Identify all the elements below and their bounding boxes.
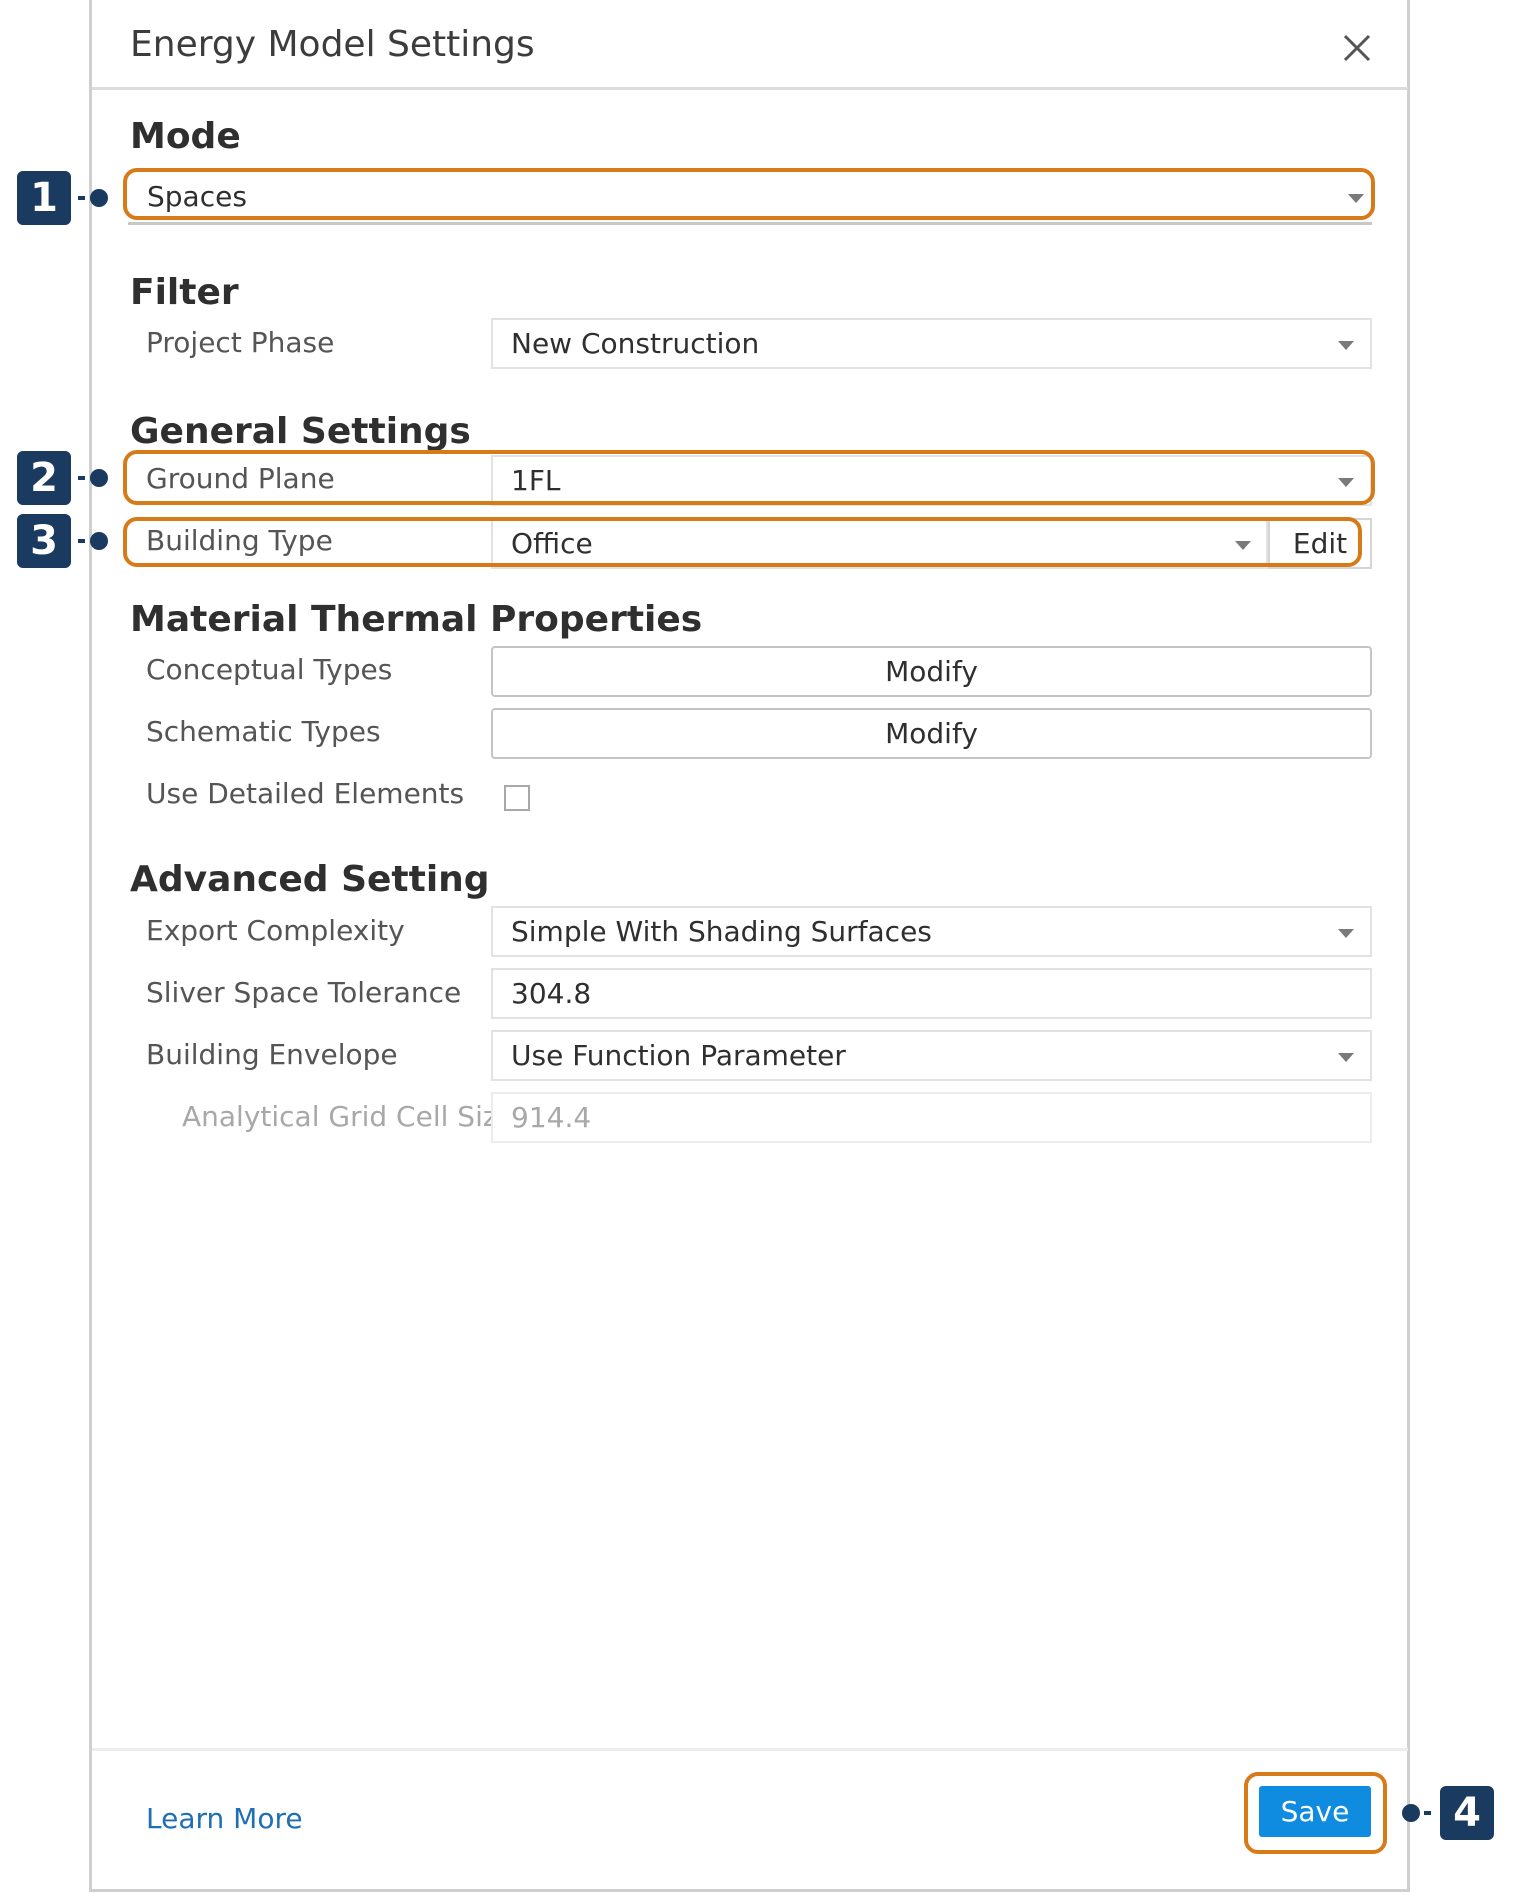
project-phase-label: Project Phase	[146, 326, 335, 359]
callout-connector-2	[78, 476, 85, 480]
callout-connector-3	[78, 539, 85, 543]
material-heading: Material Thermal Properties	[130, 599, 703, 640]
conceptual-modify-button[interactable]: Modify	[491, 646, 1372, 697]
grid-cell-size-input: 914.4	[491, 1092, 1372, 1143]
callout-dot-3	[90, 532, 108, 550]
project-phase-value: New Construction	[511, 327, 760, 360]
chevron-down-icon	[1338, 929, 1354, 938]
project-phase-dropdown[interactable]: New Construction	[491, 318, 1372, 369]
use-detailed-elements-checkbox[interactable]	[504, 785, 530, 811]
callout-badge-2: 2	[17, 451, 71, 505]
export-complexity-value: Simple With Shading Surfaces	[511, 915, 932, 948]
callout-badge-4: 4	[1440, 1786, 1494, 1840]
sliver-tolerance-value: 304.8	[511, 977, 592, 1010]
building-envelope-value: Use Function Parameter	[511, 1039, 846, 1072]
callout-dot-1	[90, 189, 108, 207]
close-icon[interactable]	[1335, 26, 1379, 70]
callout-dot-2	[90, 469, 108, 487]
callout-badge-1: 1	[17, 171, 71, 225]
schematic-modify-button[interactable]: Modify	[491, 708, 1372, 759]
learn-more-link[interactable]: Learn More	[146, 1802, 303, 1835]
dialog-title: Energy Model Settings	[130, 24, 535, 65]
callout-highlight-1	[123, 168, 1375, 220]
export-complexity-label: Export Complexity	[146, 914, 405, 947]
use-detailed-elements-label: Use Detailed Elements	[146, 777, 465, 810]
grid-cell-size-value: 914.4	[511, 1101, 592, 1134]
callout-highlight-4	[1244, 1772, 1387, 1854]
title-divider	[92, 87, 1408, 90]
building-envelope-dropdown[interactable]: Use Function Parameter	[491, 1030, 1372, 1081]
callout-connector-1	[78, 196, 85, 200]
building-envelope-label: Building Envelope	[146, 1038, 398, 1071]
footer-divider	[92, 1748, 1408, 1751]
callout-badge-3: 3	[17, 514, 71, 568]
export-complexity-dropdown[interactable]: Simple With Shading Surfaces	[491, 906, 1372, 957]
callout-connector-4	[1424, 1811, 1431, 1815]
mode-heading: Mode	[130, 116, 241, 157]
callout-highlight-2	[123, 450, 1375, 505]
callout-dot-4	[1402, 1804, 1420, 1822]
sliver-tolerance-input[interactable]: 304.8	[491, 968, 1372, 1019]
conceptual-types-label: Conceptual Types	[146, 653, 393, 686]
callout-highlight-3	[123, 517, 1362, 567]
schematic-types-label: Schematic Types	[146, 715, 381, 748]
filter-heading: Filter	[130, 272, 239, 313]
sliver-tolerance-label: Sliver Space Tolerance	[146, 976, 462, 1009]
chevron-down-icon	[1338, 341, 1354, 350]
chevron-down-icon	[1338, 1053, 1354, 1062]
grid-cell-size-label: Analytical Grid Cell Size	[182, 1100, 515, 1133]
general-settings-heading: General Settings	[130, 411, 471, 452]
advanced-heading: Advanced Setting	[130, 859, 490, 900]
